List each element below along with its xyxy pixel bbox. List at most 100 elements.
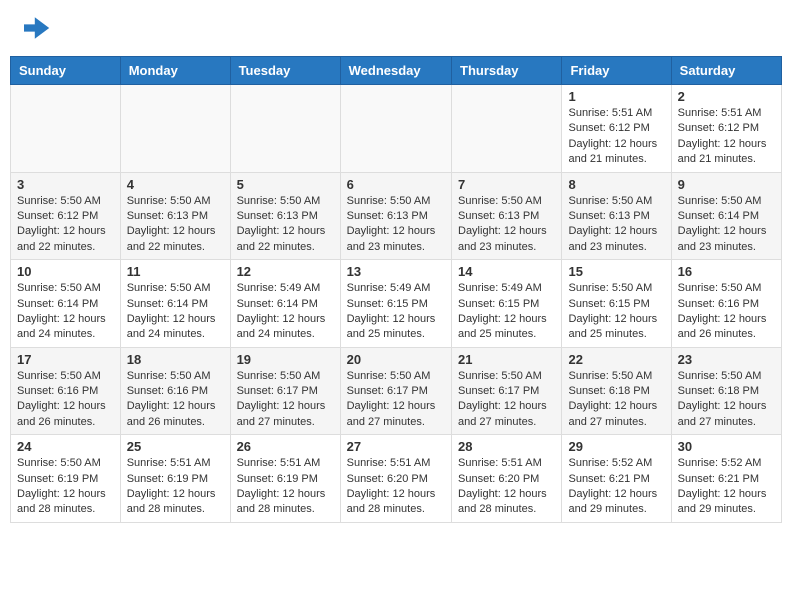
weekday-header-sunday: Sunday <box>11 57 121 85</box>
calendar-cell: 24 Sunrise: 5:50 AM Sunset: 6:19 PM Dayli… <box>11 435 121 523</box>
day-info: Sunrise: 5:50 AM Sunset: 6:17 PM Dayligh… <box>237 369 334 431</box>
day-number: 5 <box>237 177 334 192</box>
logo-icon <box>15 10 51 46</box>
week-row-3: 10 Sunrise: 5:50 AM Sunset: 6:14 PM Dayli… <box>11 260 782 348</box>
logo <box>15 10 55 46</box>
week-row-5: 24 Sunrise: 5:50 AM Sunset: 6:19 PM Dayli… <box>11 435 782 523</box>
calendar-cell: 29 Sunrise: 5:52 AM Sunset: 6:21 PM Dayli… <box>562 435 671 523</box>
day-number: 24 <box>17 439 114 454</box>
day-info: Sunrise: 5:50 AM Sunset: 6:16 PM Dayligh… <box>678 281 775 343</box>
calendar-cell: 23 Sunrise: 5:50 AM Sunset: 6:18 PM Dayli… <box>671 347 781 435</box>
day-number: 9 <box>678 177 775 192</box>
day-number: 2 <box>678 89 775 104</box>
day-number: 23 <box>678 352 775 367</box>
calendar-cell: 3Sunrise: 5:50 AM Sunset: 6:12 PM Daylig… <box>11 172 121 260</box>
day-info: Sunrise: 5:50 AM Sunset: 6:16 PM Dayligh… <box>17 369 114 431</box>
day-number: 27 <box>347 439 445 454</box>
day-number: 19 <box>237 352 334 367</box>
day-info: Sunrise: 5:49 AM Sunset: 6:14 PM Dayligh… <box>237 281 334 343</box>
day-number: 18 <box>127 352 224 367</box>
calendar-cell: 6 Sunrise: 5:50 AM Sunset: 6:13 PM Daylig… <box>340 172 451 260</box>
calendar-cell: 13 Sunrise: 5:49 AM Sunset: 6:15 PM Dayli… <box>340 260 451 348</box>
calendar-cell: 15 Sunrise: 5:50 AM Sunset: 6:15 PM Dayli… <box>562 260 671 348</box>
day-info: Sunrise: 5:49 AM Sunset: 6:15 PM Dayligh… <box>347 281 445 343</box>
calendar-cell <box>120 85 230 173</box>
weekday-header-saturday: Saturday <box>671 57 781 85</box>
weekday-header-friday: Friday <box>562 57 671 85</box>
day-number: 25 <box>127 439 224 454</box>
day-info: Sunrise: 5:51 AM Sunset: 6:12 PM Dayligh… <box>678 106 775 168</box>
day-number: 10 <box>17 264 114 279</box>
day-info: Sunrise: 5:51 AM Sunset: 6:20 PM Dayligh… <box>347 456 445 518</box>
calendar-cell: 22 Sunrise: 5:50 AM Sunset: 6:18 PM Dayli… <box>562 347 671 435</box>
calendar-cell: 27 Sunrise: 5:51 AM Sunset: 6:20 PM Dayli… <box>340 435 451 523</box>
day-number: 28 <box>458 439 555 454</box>
day-info: Sunrise: 5:50 AM Sunset: 6:12 PM Dayligh… <box>17 194 114 256</box>
calendar-cell: 19 Sunrise: 5:50 AM Sunset: 6:17 PM Dayli… <box>230 347 340 435</box>
day-info: Sunrise: 5:51 AM Sunset: 6:19 PM Dayligh… <box>237 456 334 518</box>
day-number: 12 <box>237 264 334 279</box>
day-number: 7 <box>458 177 555 192</box>
page-header <box>10 10 782 46</box>
day-info: Sunrise: 5:50 AM Sunset: 6:14 PM Dayligh… <box>17 281 114 343</box>
week-row-2: 3Sunrise: 5:50 AM Sunset: 6:12 PM Daylig… <box>11 172 782 260</box>
day-number: 15 <box>568 264 664 279</box>
day-info: Sunrise: 5:50 AM Sunset: 6:15 PM Dayligh… <box>568 281 664 343</box>
day-number: 17 <box>17 352 114 367</box>
calendar-cell: 10 Sunrise: 5:50 AM Sunset: 6:14 PM Dayli… <box>11 260 121 348</box>
day-info: Sunrise: 5:52 AM Sunset: 6:21 PM Dayligh… <box>678 456 775 518</box>
calendar-cell: 28 Sunrise: 5:51 AM Sunset: 6:20 PM Dayli… <box>452 435 562 523</box>
calendar-cell: 20 Sunrise: 5:50 AM Sunset: 6:17 PM Dayli… <box>340 347 451 435</box>
calendar-cell: 21Sunrise: 5:50 AM Sunset: 6:17 PM Dayli… <box>452 347 562 435</box>
day-info: Sunrise: 5:50 AM Sunset: 6:13 PM Dayligh… <box>458 194 555 256</box>
calendar-table: SundayMondayTuesdayWednesdayThursdayFrid… <box>10 56 782 523</box>
calendar-cell: 5 Sunrise: 5:50 AM Sunset: 6:13 PM Daylig… <box>230 172 340 260</box>
calendar-cell: 18 Sunrise: 5:50 AM Sunset: 6:16 PM Dayli… <box>120 347 230 435</box>
day-number: 16 <box>678 264 775 279</box>
day-number: 1 <box>568 89 664 104</box>
calendar-cell: 2 Sunrise: 5:51 AM Sunset: 6:12 PM Daylig… <box>671 85 781 173</box>
day-number: 11 <box>127 264 224 279</box>
day-info: Sunrise: 5:50 AM Sunset: 6:14 PM Dayligh… <box>678 194 775 256</box>
weekday-header-monday: Monday <box>120 57 230 85</box>
day-number: 20 <box>347 352 445 367</box>
calendar-cell: 26Sunrise: 5:51 AM Sunset: 6:19 PM Dayli… <box>230 435 340 523</box>
calendar-cell: 11 Sunrise: 5:50 AM Sunset: 6:14 PM Dayli… <box>120 260 230 348</box>
calendar-cell: 1 Sunrise: 5:51 AM Sunset: 6:12 PM Daylig… <box>562 85 671 173</box>
day-info: Sunrise: 5:52 AM Sunset: 6:21 PM Dayligh… <box>568 456 664 518</box>
calendar-cell: 9 Sunrise: 5:50 AM Sunset: 6:14 PM Daylig… <box>671 172 781 260</box>
calendar-cell <box>230 85 340 173</box>
calendar-cell: 8 Sunrise: 5:50 AM Sunset: 6:13 PM Daylig… <box>562 172 671 260</box>
day-number: 8 <box>568 177 664 192</box>
weekday-header-tuesday: Tuesday <box>230 57 340 85</box>
day-number: 13 <box>347 264 445 279</box>
weekday-header-thursday: Thursday <box>452 57 562 85</box>
day-number: 30 <box>678 439 775 454</box>
week-row-4: 17 Sunrise: 5:50 AM Sunset: 6:16 PM Dayli… <box>11 347 782 435</box>
calendar-cell <box>340 85 451 173</box>
day-number: 4 <box>127 177 224 192</box>
weekday-header-row: SundayMondayTuesdayWednesdayThursdayFrid… <box>11 57 782 85</box>
day-number: 6 <box>347 177 445 192</box>
calendar-cell: 12 Sunrise: 5:49 AM Sunset: 6:14 PM Dayli… <box>230 260 340 348</box>
week-row-1: 1 Sunrise: 5:51 AM Sunset: 6:12 PM Daylig… <box>11 85 782 173</box>
calendar-cell: 16 Sunrise: 5:50 AM Sunset: 6:16 PM Dayli… <box>671 260 781 348</box>
day-info: Sunrise: 5:50 AM Sunset: 6:18 PM Dayligh… <box>568 369 664 431</box>
day-info: Sunrise: 5:51 AM Sunset: 6:12 PM Dayligh… <box>568 106 664 168</box>
day-info: Sunrise: 5:50 AM Sunset: 6:13 PM Dayligh… <box>347 194 445 256</box>
day-info: Sunrise: 5:51 AM Sunset: 6:20 PM Dayligh… <box>458 456 555 518</box>
day-info: Sunrise: 5:50 AM Sunset: 6:19 PM Dayligh… <box>17 456 114 518</box>
day-info: Sunrise: 5:50 AM Sunset: 6:14 PM Dayligh… <box>127 281 224 343</box>
day-info: Sunrise: 5:49 AM Sunset: 6:15 PM Dayligh… <box>458 281 555 343</box>
calendar-cell: 25Sunrise: 5:51 AM Sunset: 6:19 PM Dayli… <box>120 435 230 523</box>
day-info: Sunrise: 5:50 AM Sunset: 6:16 PM Dayligh… <box>127 369 224 431</box>
day-info: Sunrise: 5:50 AM Sunset: 6:13 PM Dayligh… <box>127 194 224 256</box>
day-number: 22 <box>568 352 664 367</box>
day-info: Sunrise: 5:50 AM Sunset: 6:13 PM Dayligh… <box>237 194 334 256</box>
day-info: Sunrise: 5:50 AM Sunset: 6:17 PM Dayligh… <box>347 369 445 431</box>
day-number: 29 <box>568 439 664 454</box>
day-info: Sunrise: 5:50 AM Sunset: 6:17 PM Dayligh… <box>458 369 555 431</box>
day-info: Sunrise: 5:50 AM Sunset: 6:18 PM Dayligh… <box>678 369 775 431</box>
day-info: Sunrise: 5:50 AM Sunset: 6:13 PM Dayligh… <box>568 194 664 256</box>
calendar-cell <box>11 85 121 173</box>
